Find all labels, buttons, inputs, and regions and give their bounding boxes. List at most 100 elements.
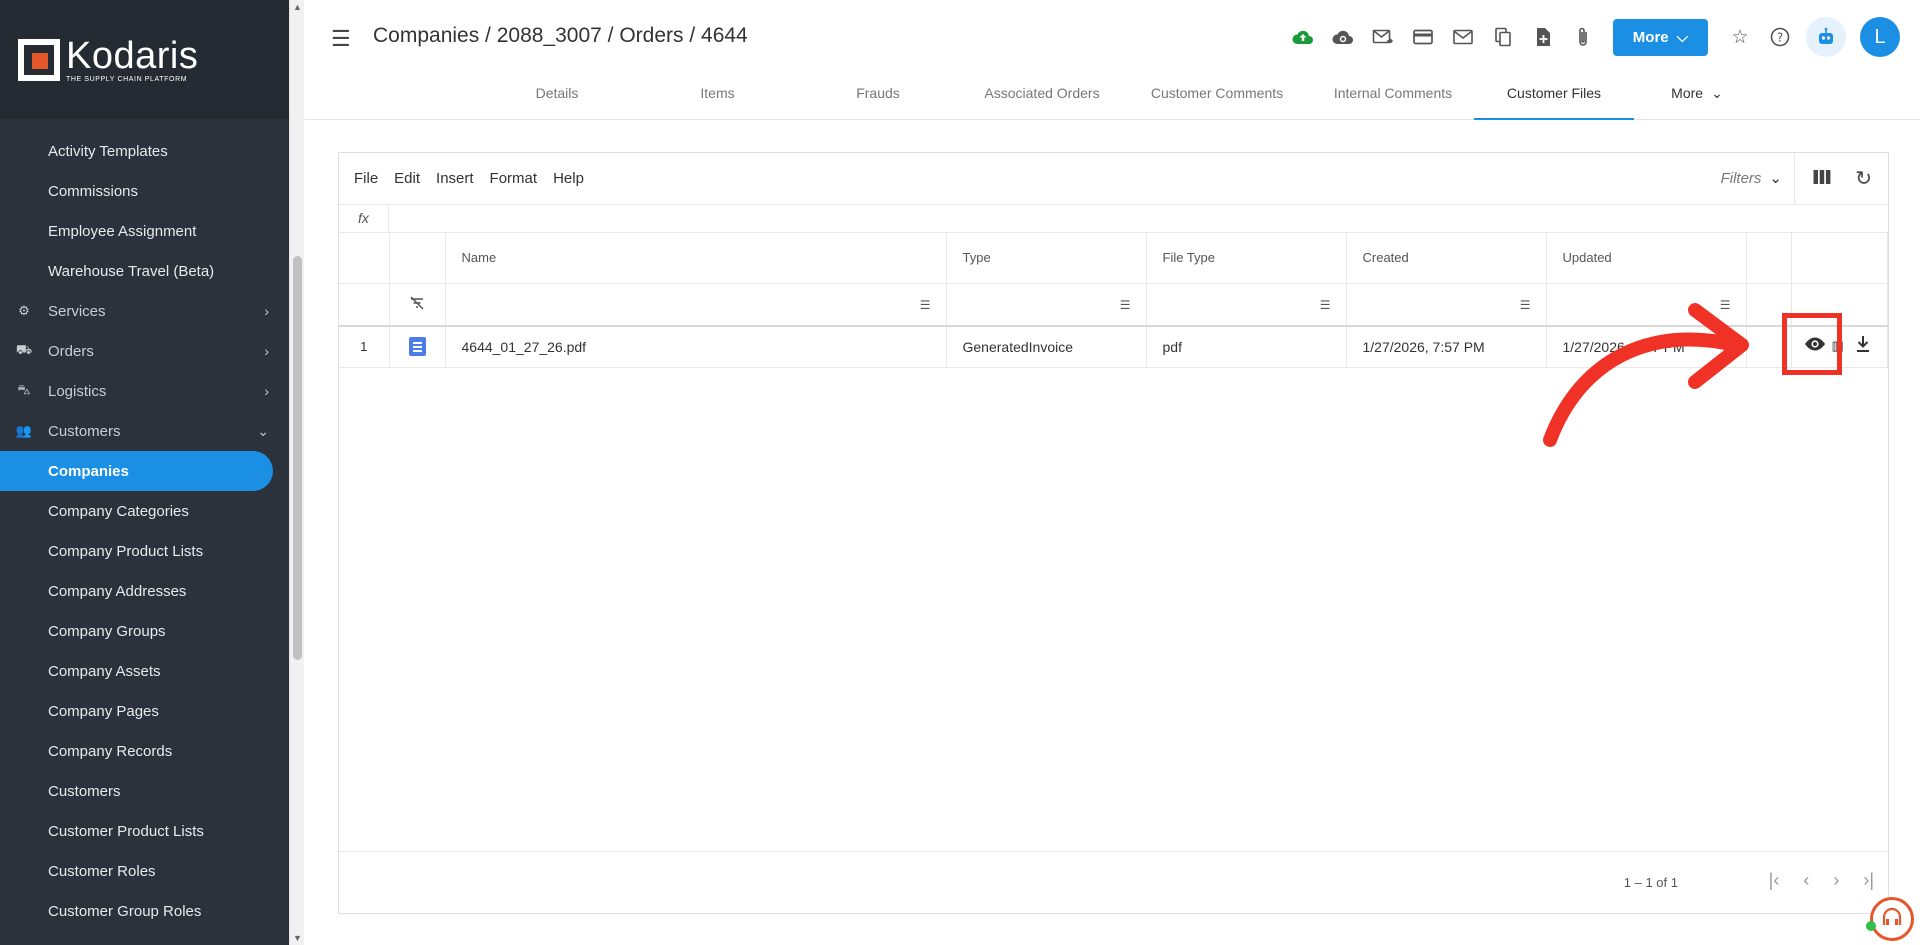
sidebar-item-label: Activity Templates [48, 142, 168, 160]
logo-wordmark: Kodaris [66, 34, 199, 77]
column-header-type[interactable]: Type [946, 233, 1147, 284]
assistant-bot-icon[interactable] [1806, 17, 1846, 57]
credit-card-icon[interactable] [1403, 18, 1443, 56]
tab-label: Items [700, 85, 735, 101]
sidebar-group-orders[interactable]: ⛟ Orders › [0, 331, 289, 371]
created-cell[interactable]: 1/27/2026, 7:57 PM [1346, 326, 1547, 368]
tab-customer-files[interactable]: Customer Files [1474, 76, 1634, 120]
sidebar-item-label: Services [48, 302, 106, 320]
sidebar-item-customer-group-roles[interactable]: Customer Group Roles [0, 891, 289, 931]
help-icon[interactable]: ? [1760, 18, 1800, 56]
sidebar-item-company-groups[interactable]: Company Groups [0, 611, 289, 651]
more-button[interactable]: More ⌵ [1612, 18, 1708, 56]
sheet-menubar: File Edit Insert Format Help Filters ⌄ ↻ [339, 153, 1888, 205]
email-icon[interactable] [1443, 18, 1483, 56]
sidebar-item-company-assets[interactable]: Company Assets [0, 651, 289, 691]
sidebar-item-customer-roles[interactable]: Customer Roles [0, 851, 289, 891]
formula-bar[interactable]: fx [339, 205, 1888, 233]
columns-icon[interactable] [1813, 169, 1831, 190]
annotation-arrow-icon [1543, 303, 1749, 447]
scroll-down-arrow-icon[interactable]: ▼ [293, 933, 302, 943]
refresh-icon[interactable]: ↻ [1855, 166, 1872, 191]
filter-icon[interactable]: ☰ [920, 298, 931, 312]
menu-icon[interactable]: ☰ [331, 26, 351, 52]
sidebar-group-logistics[interactable]: ⛍ Logistics › [0, 371, 289, 411]
column-header-updated[interactable]: Updated [1546, 233, 1747, 284]
menu-edit[interactable]: Edit [394, 170, 420, 187]
add-document-icon[interactable] [1523, 18, 1563, 56]
sidebar-item-company-records[interactable]: Company Records [0, 731, 289, 771]
tab-label: Associated Orders [984, 85, 1100, 101]
tab-internal-comments[interactable]: Internal Comments [1312, 76, 1474, 120]
sidebar-item-company-categories[interactable]: Company Categories [0, 491, 289, 531]
previous-page-icon[interactable]: ‹ [1803, 870, 1809, 891]
sidebar-group-services[interactable]: ⚙ Services › [0, 291, 289, 331]
tab-associated-orders[interactable]: Associated Orders [962, 76, 1122, 120]
attachment-icon[interactable] [1563, 18, 1603, 56]
column-header-file-type[interactable]: File Type [1146, 233, 1347, 284]
sidebar-item-activity-templates[interactable]: Activity Templates [0, 131, 289, 171]
column-header-name[interactable]: Name [445, 233, 947, 284]
user-avatar[interactable]: L [1860, 17, 1900, 57]
sidebar-item-label: Customer Product Lists [48, 822, 204, 840]
scroll-up-arrow-icon[interactable]: ▲ [293, 2, 302, 12]
sidebar-group-customers[interactable]: 👥 Customers ⌄ [0, 411, 289, 451]
chat-support-icon[interactable] [1870, 897, 1914, 941]
logo[interactable]: Kodaris THE SUPPLY CHAIN PLATFORM [0, 0, 289, 119]
sidebar-item-label: Orders [48, 342, 94, 360]
sidebar-scrollbar[interactable]: ▲ ▼ [289, 0, 304, 945]
created-filter-cell[interactable]: ☰ [1346, 283, 1547, 327]
sidebar-nav: Activity Templates Commissions Employee … [0, 119, 289, 931]
corner-cell [339, 283, 390, 327]
next-page-icon[interactable]: › [1833, 870, 1839, 891]
sidebar-item-warehouse-travel[interactable]: Warehouse Travel (Beta) [0, 251, 289, 291]
tab-frauds[interactable]: Frauds [794, 76, 962, 120]
sidebar-item-customers[interactable]: Customers [0, 771, 289, 811]
sidebar-item-company-addresses[interactable]: Company Addresses [0, 571, 289, 611]
file-name-cell[interactable]: 4644_01_27_26.pdf [445, 326, 947, 368]
sidebar-item-companies[interactable]: Companies [0, 451, 273, 491]
file-type-category-cell[interactable]: GeneratedInvoice [946, 326, 1147, 368]
sidebar-item-commissions[interactable]: Commissions [0, 171, 289, 211]
menu-file[interactable]: File [354, 170, 378, 187]
cloud-sync-icon[interactable] [1323, 18, 1363, 56]
menu-help[interactable]: Help [553, 170, 584, 187]
last-page-icon[interactable]: ›| [1863, 870, 1874, 891]
first-page-icon[interactable]: |‹ [1769, 870, 1780, 891]
filter-icon[interactable]: ☰ [1120, 298, 1131, 312]
scrollbar-thumb[interactable] [293, 256, 302, 660]
sidebar-item-company-pages[interactable]: Company Pages [0, 691, 289, 731]
sidebar-item-label: Customers [48, 782, 121, 800]
file-extension-cell[interactable]: pdf [1146, 326, 1347, 368]
menu-format[interactable]: Format [490, 170, 538, 187]
pagination-range: 1 – 1 of 1 [1623, 875, 1678, 890]
sidebar-item-customer-product-lists[interactable]: Customer Product Lists [0, 811, 289, 851]
tab-items[interactable]: Items [641, 76, 794, 120]
star-icon[interactable]: ☆ [1720, 18, 1760, 56]
top-header: ☰ Companies / 2088_3007 / Orders / 4644 … [305, 0, 1920, 120]
sidebar-item-employee-assignment[interactable]: Employee Assignment [0, 211, 289, 251]
filter-icon[interactable]: ☰ [1320, 298, 1331, 312]
filters-dropdown[interactable]: Filters ⌄ [1721, 169, 1782, 187]
name-filter-cell[interactable]: ☰ [445, 283, 947, 327]
filter-icon[interactable]: ☰ [1520, 298, 1531, 312]
copy-icon[interactable] [1483, 18, 1523, 56]
cloud-upload-icon[interactable] [1283, 18, 1323, 56]
email-forward-icon[interactable] [1363, 18, 1403, 56]
tab-customer-comments[interactable]: Customer Comments [1122, 76, 1312, 120]
file-type-filter-cell[interactable]: ☰ [1146, 283, 1347, 327]
column-header-created[interactable]: Created [1346, 233, 1547, 284]
tab-more[interactable]: More ⌄ [1634, 76, 1760, 120]
menu-insert[interactable]: Insert [436, 170, 474, 187]
pagination-controls: |‹ ‹ › ›| [1769, 870, 1874, 891]
download-icon[interactable] [1855, 335, 1871, 358]
svg-text:?: ? [1777, 31, 1783, 45]
sidebar-item-label: Customer Roles [48, 862, 156, 880]
clear-filters-icon[interactable] [389, 283, 446, 327]
chevron-right-icon: › [264, 343, 269, 359]
tab-details[interactable]: Details [473, 76, 641, 120]
type-filter-cell[interactable]: ☰ [946, 283, 1147, 327]
header-toolbar: More ⌵ ☆ ? L [1283, 17, 1900, 57]
sidebar-item-company-product-lists[interactable]: Company Product Lists [0, 531, 289, 571]
sidebar-item-label: Companies [48, 462, 129, 480]
